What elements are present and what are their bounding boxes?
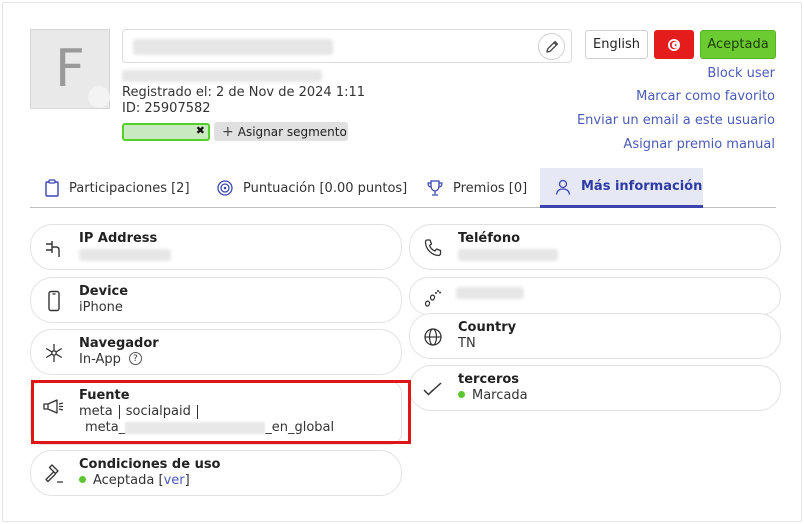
card-third-party: terceros Marcada xyxy=(409,365,781,411)
third-party-value: Marcada xyxy=(458,388,528,403)
country-value: TN xyxy=(458,336,476,351)
plug-icon xyxy=(41,235,67,261)
ip-address-label: IP Address xyxy=(79,231,158,246)
campaign-prefix: meta_ xyxy=(85,420,126,435)
user-icon xyxy=(555,179,571,195)
card-device: Device iPhone xyxy=(30,277,402,323)
status-button[interactable]: Aceptada xyxy=(700,30,776,59)
source-label: Fuente xyxy=(79,388,130,403)
source-value-meta: meta xyxy=(79,404,113,419)
card-browser: Navegador In-App? xyxy=(30,329,402,375)
status-label: Aceptada xyxy=(707,37,769,52)
redacted-email xyxy=(133,39,333,55)
phone-label: Teléfono xyxy=(458,231,521,246)
status-dot xyxy=(79,476,86,483)
trophy-icon xyxy=(427,180,443,196)
network-icon xyxy=(41,340,67,366)
assign-segment-button[interactable]: + Asignar segmento xyxy=(214,122,348,141)
terms-value: Aceptada [ver] xyxy=(79,473,190,488)
globe-icon xyxy=(420,324,446,350)
send-email-link[interactable]: Enviar un email a este usuario xyxy=(577,113,775,128)
user-id: ID: 25907582 xyxy=(122,101,211,116)
tab-label: Participaciones [2] xyxy=(69,180,190,196)
card-redacted xyxy=(409,277,781,315)
terms-status: Aceptada xyxy=(93,473,155,488)
block-user-link[interactable]: Block user xyxy=(707,66,775,81)
tab-label: Premios [0] xyxy=(453,180,528,196)
separator xyxy=(196,404,198,419)
device-label: Device xyxy=(79,284,129,299)
card-country: Country TN xyxy=(409,313,781,359)
language-button[interactable]: English xyxy=(585,30,648,59)
tab-label: Puntuación [0.00 puntos] xyxy=(243,180,408,196)
footprints-icon xyxy=(420,284,446,310)
redacted-campaign xyxy=(125,421,266,434)
telephone-icon xyxy=(420,235,446,261)
avatar-letter: F xyxy=(55,39,85,99)
pencil-icon xyxy=(545,40,558,53)
view-terms-link[interactable]: ver xyxy=(164,473,185,488)
separator xyxy=(118,404,120,419)
browser-label: Navegador xyxy=(79,336,159,351)
redacted-field xyxy=(456,287,524,299)
terms-label: Condiciones de uso xyxy=(79,457,221,472)
email-field[interactable] xyxy=(122,29,572,63)
help-icon[interactable]: ? xyxy=(128,352,142,365)
tab-bar: Participaciones [2] Puntuación [0.00 pun… xyxy=(30,168,776,208)
redacted-ip xyxy=(79,249,171,261)
tab-puntuacion[interactable]: Puntuación [0.00 puntos] xyxy=(202,168,412,208)
tunisia-flag-icon xyxy=(668,38,680,51)
country-label: Country xyxy=(458,320,517,335)
segment-tag: ✖ xyxy=(122,123,210,141)
tab-label: Más información xyxy=(581,179,703,194)
redacted-name xyxy=(122,70,322,82)
clipboard-icon xyxy=(45,179,59,197)
source-campaign: meta_ _en_global xyxy=(85,420,334,435)
browser-value: In-App? xyxy=(79,352,142,367)
edit-email-button[interactable] xyxy=(538,33,565,60)
card-phone: Teléfono xyxy=(409,224,781,270)
browser-value-text: In-App xyxy=(79,352,121,367)
tab-premios[interactable]: Premios [0] xyxy=(412,168,540,208)
tab-mas-informacion[interactable]: Más información xyxy=(540,168,703,208)
megaphone-icon xyxy=(41,394,67,420)
redacted-phone xyxy=(458,249,558,261)
campaign-suffix: _en_global xyxy=(265,420,335,435)
card-source: Fuente meta socialpaid meta_ _en_global xyxy=(30,381,402,445)
remove-segment-button[interactable]: ✖ xyxy=(196,124,205,137)
target-icon xyxy=(217,180,233,196)
phone-device-icon xyxy=(41,288,67,314)
plus-icon: + xyxy=(222,123,234,140)
source-values: meta socialpaid xyxy=(79,404,204,419)
assign-prize-link[interactable]: Asignar premio manual xyxy=(623,137,775,152)
country-flag-button[interactable] xyxy=(654,30,694,59)
tab-participaciones[interactable]: Participaciones [2] xyxy=(30,168,202,208)
favorite-link[interactable]: Marcar como favorito xyxy=(636,89,775,104)
status-dot xyxy=(458,391,465,398)
registered-date: Registrado el: 2 de Nov de 2024 1:11 xyxy=(122,85,366,100)
language-label: English xyxy=(593,37,640,52)
gavel-icon xyxy=(41,461,67,487)
device-value: iPhone xyxy=(79,300,123,315)
third-party-label: terceros xyxy=(458,372,520,387)
check-icon xyxy=(420,376,446,402)
avatar-badge xyxy=(88,86,110,108)
card-terms: Condiciones de uso Aceptada [ver] xyxy=(30,450,402,496)
assign-segment-label: Asignar segmento xyxy=(237,124,347,139)
third-party-status: Marcada xyxy=(472,388,528,403)
card-ip-address: IP Address xyxy=(30,224,402,270)
source-value-socialpaid: socialpaid xyxy=(125,404,191,419)
bracket-close: ] xyxy=(184,473,190,488)
